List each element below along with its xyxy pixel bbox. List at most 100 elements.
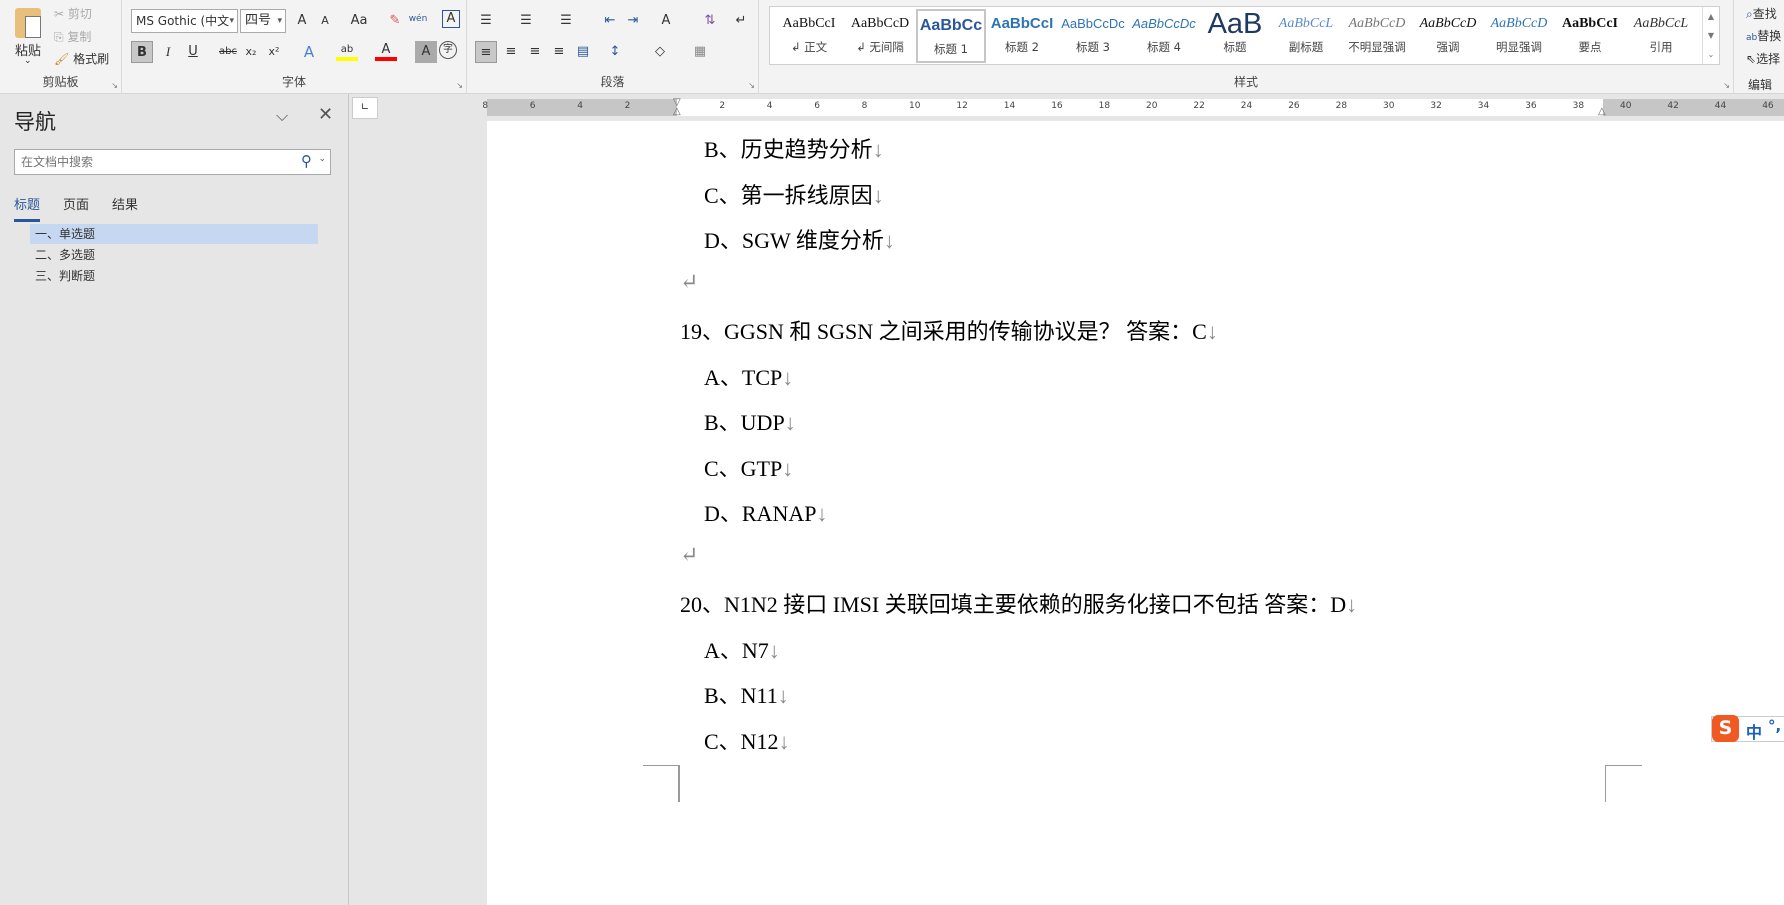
phonetic-guide-button[interactable]: wén: [407, 8, 429, 30]
nav-heading-item[interactable]: 三、判断题: [30, 266, 318, 286]
ime-punct[interactable]: °,: [1768, 717, 1781, 735]
align-center-icon[interactable]: ≡: [500, 41, 522, 63]
font-size-select[interactable]: 四号 ▾: [240, 9, 286, 33]
nav-tab[interactable]: 结果: [112, 194, 138, 219]
cut-button[interactable]: ✂ 剪切: [54, 5, 92, 22]
bold-button[interactable]: B: [131, 41, 153, 63]
document-line[interactable]: B、N11↓: [704, 678, 789, 710]
gallery-scroll[interactable]: ▲ ▼ ⌄: [1702, 7, 1719, 64]
enclose-char-button[interactable]: 字: [439, 41, 457, 59]
left-indent-marker[interactable]: △: [673, 106, 681, 117]
nav-heading-item[interactable]: 二、多选题: [30, 245, 318, 265]
empty-paragraph[interactable]: ↵: [680, 269, 698, 295]
char-border-button[interactable]: A: [442, 10, 460, 28]
document-line[interactable]: B、历史趋势分析↓: [704, 132, 884, 164]
style-item[interactable]: AaB 标题: [1200, 9, 1270, 63]
dialog-launcher-icon[interactable]: ↘: [456, 81, 463, 90]
superscript-button[interactable]: x²: [263, 41, 285, 63]
style-item[interactable]: AaBbCcD ↲ 无间隔: [845, 9, 915, 63]
line-spacing-icon[interactable]: ↕: [604, 41, 626, 63]
right-indent-marker[interactable]: △: [1598, 106, 1606, 117]
dialog-launcher-icon[interactable]: ↘: [1723, 81, 1730, 90]
subscript-button[interactable]: x₂: [240, 41, 262, 63]
search-icon[interactable]: ⚲: [301, 152, 312, 170]
format-painter-button[interactable]: 🖌 格式刷: [54, 50, 109, 67]
document-line[interactable]: 19、GGSN 和 SGSN 之间采用的传输协议是？ 答案：C↓: [680, 314, 1218, 346]
nav-heading-item[interactable]: 一、单选题: [30, 224, 318, 244]
underline-button[interactable]: U: [182, 41, 204, 63]
search-input[interactable]: [21, 151, 291, 173]
shrink-font-button[interactable]: A: [314, 10, 336, 32]
style-item[interactable]: AaBbCcI ↲ 正文: [774, 9, 844, 63]
text-effects-button[interactable]: A: [298, 41, 320, 63]
font-color-button[interactable]: A: [375, 39, 397, 61]
nav-tab[interactable]: 页面: [63, 194, 89, 219]
align-left-icon[interactable]: ≡: [475, 41, 497, 63]
nav-options-chevron-icon[interactable]: ⌵: [276, 106, 288, 126]
document-line[interactable]: C、第一拆线原因↓: [704, 178, 884, 210]
search-field[interactable]: ⚲ ⌄: [14, 149, 331, 175]
document-line[interactable]: 20、N1N2 接口 IMSI 关联回填主要依赖的服务化接口不包括 答案：D↓: [680, 587, 1357, 619]
document-line[interactable]: D、RANAP↓: [704, 496, 827, 528]
align-right-icon[interactable]: ≡: [524, 41, 546, 63]
horizontal-ruler[interactable]: ▽ △ △ 8 6 4 2 2 4 6 8 10 12 14 16 18 20 22 24 26 28 30 32 34…: [482, 97, 1784, 117]
bullets-icon[interactable]: ☰: [475, 10, 497, 32]
strikethrough-button[interactable]: abc: [217, 41, 239, 63]
decrease-indent-icon[interactable]: ⇤: [599, 10, 621, 32]
line-text: C、第一拆线原因: [704, 182, 873, 208]
document-line[interactable]: C、GTP↓: [704, 451, 793, 483]
font-name-select[interactable]: MS Gothic (中文 ▾: [131, 9, 238, 33]
borders-icon[interactable]: ▦: [689, 41, 711, 63]
numbering-icon[interactable]: ☰: [515, 10, 537, 32]
style-item[interactable]: AaBbCcI 要点: [1555, 9, 1625, 63]
ruler-tick-label: 4: [766, 101, 773, 111]
shading-icon[interactable]: ◇: [649, 41, 671, 63]
highlight-button[interactable]: ab: [336, 39, 358, 61]
dialog-launcher-icon[interactable]: ↘: [111, 81, 118, 90]
style-item[interactable]: AaBbCcD 强调: [1413, 9, 1483, 63]
paste-icon[interactable]: [15, 8, 41, 38]
multilevel-list-icon[interactable]: ☰: [555, 10, 577, 32]
nav-tab[interactable]: 标题: [14, 194, 41, 222]
document-page[interactable]: B、历史趋势分析↓ C、第一拆线原因↓ D、SGW 维度分析↓ ↵ 19、GGSN 和 …: [487, 121, 1784, 905]
tab-selector-icon[interactable]: ∟: [352, 97, 378, 119]
ime-toolbar[interactable]: S 中 °,: [1711, 715, 1784, 743]
char-shading-button[interactable]: A: [415, 41, 437, 63]
style-item[interactable]: AaBbCcD 不明显强调: [1342, 9, 1412, 63]
show-marks-icon[interactable]: ↵: [730, 10, 752, 32]
cut-label: 剪切: [67, 7, 92, 21]
copy-button[interactable]: ⎘ 复制: [54, 28, 91, 45]
style-item[interactable]: AaBbCcDc 标题 4: [1129, 9, 1199, 63]
document-line[interactable]: D、SGW 维度分析↓: [704, 223, 895, 255]
increase-indent-icon[interactable]: ⇥: [622, 10, 644, 32]
italic-button[interactable]: I: [157, 41, 179, 63]
justify-icon[interactable]: ≡: [548, 41, 570, 63]
style-item[interactable]: AaBbCc 标题 1: [916, 9, 986, 63]
document-line[interactable]: C、N12↓: [704, 724, 790, 756]
font-group: MS Gothic (中文 ▾ 四号 ▾ A A Aa ✎ wén A B I U …: [122, 0, 467, 94]
document-line[interactable]: A、TCP↓: [704, 360, 793, 392]
style-item[interactable]: AaBbCcL 引用: [1626, 9, 1696, 63]
paste-dropdown-icon[interactable]: ⌄: [24, 56, 32, 66]
grow-font-button[interactable]: A: [291, 10, 313, 32]
dialog-launcher-icon[interactable]: ↘: [748, 81, 755, 90]
select-button[interactable]: ⇖选择: [1746, 50, 1780, 67]
asian-layout-icon[interactable]: A: [655, 10, 677, 32]
empty-paragraph[interactable]: ↵: [680, 542, 698, 568]
style-item[interactable]: AaBbCcI 标题 2: [987, 9, 1057, 63]
style-item[interactable]: AaBbCcL 副标题: [1271, 9, 1341, 63]
ime-mode[interactable]: 中: [1746, 719, 1762, 743]
style-item[interactable]: AaBbCcDc 标题 3: [1058, 9, 1128, 63]
style-item[interactable]: AaBbCcD 明显强调: [1484, 9, 1554, 63]
clear-format-icon[interactable]: ✎: [384, 10, 406, 32]
distributed-icon[interactable]: ▤: [572, 41, 594, 63]
sogou-logo-icon[interactable]: S: [1712, 715, 1739, 742]
document-line[interactable]: A、N7↓: [704, 633, 780, 665]
search-dropdown-icon[interactable]: ⌄: [318, 154, 326, 164]
find-button[interactable]: ⌕查找: [1746, 5, 1777, 22]
close-icon[interactable]: ✕: [318, 104, 333, 125]
sort-icon[interactable]: ⇅: [699, 10, 721, 32]
document-line[interactable]: B、UDP↓: [704, 405, 796, 437]
replace-button[interactable]: ab替换: [1746, 27, 1781, 44]
change-case-button[interactable]: Aa: [344, 10, 374, 32]
